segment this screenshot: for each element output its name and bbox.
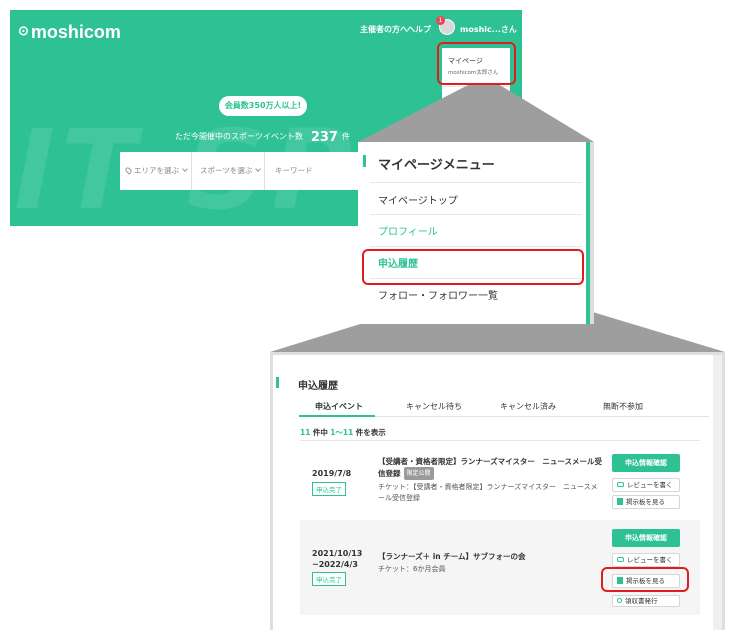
event-title-link[interactable]: 【受講者・資格者限定】ランナーズマイスター ニュースメール受信登録 限定公開 bbox=[378, 456, 604, 480]
menu-title-accent bbox=[363, 155, 366, 167]
active-tab-indicator bbox=[299, 415, 375, 417]
limited-badge: 限定公開 bbox=[403, 467, 434, 480]
issue-receipt-button[interactable]: 領収書発行 bbox=[612, 595, 680, 607]
result-total: 11 bbox=[300, 428, 311, 437]
issue-receipt-label: 領収書発行 bbox=[625, 597, 658, 605]
mypage-menu: マイページメニュー マイページトップ プロフィール 申込履歴 フォロー・フォロワ… bbox=[358, 142, 590, 324]
board-icon bbox=[617, 498, 623, 505]
status-badge: 申込完了 bbox=[312, 572, 346, 586]
ticket-label: チケット： bbox=[378, 565, 413, 573]
write-review-label: レビューを書く bbox=[627, 481, 673, 489]
receipt-icon bbox=[617, 598, 622, 603]
menu-divider bbox=[370, 246, 582, 247]
callout-to-menu bbox=[358, 84, 594, 142]
event-date: 2019/7/8 bbox=[312, 469, 352, 478]
write-review-button[interactable]: レビューを書く bbox=[612, 553, 680, 567]
ticket-info: チケット：【受講者・資格者限定】ランナーズマイスター ニュースメール受信登録 bbox=[378, 482, 604, 504]
comment-icon bbox=[617, 557, 624, 562]
history-divider bbox=[300, 440, 700, 441]
ticket-label: チケット： bbox=[378, 483, 413, 491]
menu-item-mypage-top[interactable]: マイページトップ bbox=[378, 192, 458, 207]
confirm-application-button[interactable]: 申込情報確認 bbox=[612, 454, 680, 472]
event-title-link[interactable]: 【ランナーズ＋ in チーム】サブフォーの会 bbox=[378, 551, 604, 562]
view-board-label: 掲示板を見る bbox=[626, 498, 665, 506]
highlight-view-board-button bbox=[601, 567, 689, 592]
event-date: 2021/10/13 ~2022/4/3 bbox=[312, 549, 363, 569]
write-review-button[interactable]: レビューを書く bbox=[612, 478, 680, 492]
tab-cancelled[interactable]: キャンセル済み bbox=[500, 401, 556, 412]
menu-divider bbox=[370, 182, 582, 183]
history-title: 申込履歴 bbox=[298, 381, 338, 392]
tab-waitlist[interactable]: キャンセル待ち bbox=[406, 401, 462, 412]
mypage-menu-panel: マイページメニュー マイページトップ プロフィール 申込履歴 フォロー・フォロワ… bbox=[358, 142, 594, 324]
scrollbar[interactable] bbox=[713, 355, 722, 630]
menu-title: マイページメニュー bbox=[378, 158, 495, 173]
confirm-application-button[interactable]: 申込情報確認 bbox=[612, 529, 680, 547]
ticket-name: 6か月会員 bbox=[413, 565, 446, 573]
menu-item-profile[interactable]: プロフィール bbox=[378, 223, 438, 238]
result-range: 1〜11 bbox=[330, 428, 354, 437]
highlight-mypage-dropdown bbox=[437, 42, 516, 85]
history-title-accent bbox=[276, 377, 279, 388]
table-row: 2019/7/8 申込完了 【受講者・資格者限定】ランナーズマイスター ニュース… bbox=[300, 444, 700, 516]
result-count-text2: 件を表示 bbox=[355, 428, 386, 437]
view-board-button[interactable]: 掲示板を見る bbox=[612, 495, 680, 509]
result-count-text1: 件中 bbox=[312, 428, 328, 437]
result-count: 11 件中 1〜11 件を表示 bbox=[300, 427, 386, 438]
comment-icon bbox=[617, 482, 624, 487]
tab-no-show[interactable]: 無断不参加 bbox=[603, 401, 643, 412]
ticket-info: チケット：6か月会員 bbox=[378, 564, 604, 575]
menu-divider bbox=[370, 214, 582, 215]
write-review-label: レビューを書く bbox=[627, 556, 673, 564]
highlight-application-history-menu bbox=[362, 249, 584, 285]
tab-applied-events[interactable]: 申込イベント bbox=[315, 401, 363, 412]
menu-item-follow-list[interactable]: フォロー・フォロワー一覧 bbox=[378, 287, 498, 302]
status-badge: 申込完了 bbox=[312, 482, 346, 496]
